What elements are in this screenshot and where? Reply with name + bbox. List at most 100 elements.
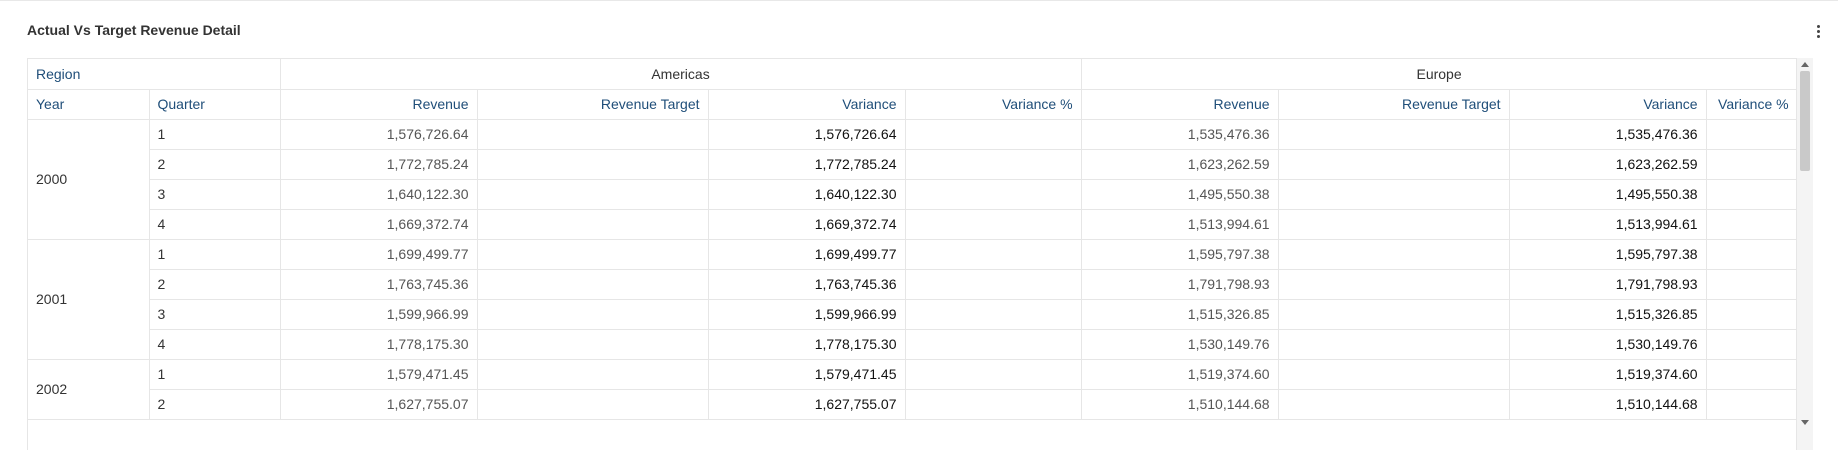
europe-revenue-target-cell[interactable]	[1278, 179, 1510, 210]
scroll-down-arrow-icon[interactable]	[1801, 420, 1809, 425]
europe-variance-cell[interactable]: 1,510,144.68	[1509, 389, 1707, 420]
quarter-cell[interactable]: 1	[149, 239, 281, 270]
americas-variance-cell[interactable]: 1,763,745.36	[708, 269, 906, 300]
americas-revenue-target-cell[interactable]	[477, 209, 709, 240]
scroll-up-arrow-icon[interactable]	[1801, 62, 1809, 67]
table-row[interactable]: 3 1,640,122.30 1,640,122.30 1,495,550.38 1,4…	[28, 179, 1798, 210]
europe-variance-cell[interactable]: 1,495,550.38	[1509, 179, 1707, 210]
year-cell[interactable]: 2001	[28, 239, 150, 360]
table-row[interactable]: 4 1,669,372.74 1,669,372.74 1,513,994.61 1,5…	[28, 209, 1798, 240]
americas-revenue-cell[interactable]: 1,599,966.99	[280, 299, 478, 330]
europe-variance-pct-cell[interactable]	[1706, 329, 1798, 360]
americas-revenue-target-cell[interactable]	[477, 149, 709, 180]
europe-variance-pct-cell[interactable]	[1706, 179, 1798, 210]
europe-variance-cell[interactable]: 1,535,476.36	[1509, 119, 1707, 150]
quarter-header[interactable]: Quarter	[149, 89, 281, 120]
americas-revenue-target-cell[interactable]	[477, 389, 709, 420]
europe-variance-cell[interactable]: 1,513,994.61	[1509, 209, 1707, 240]
europe-revenue-target-header[interactable]: Revenue Target	[1278, 89, 1510, 120]
americas-variance-pct-cell[interactable]	[905, 179, 1082, 210]
americas-revenue-target-cell[interactable]	[477, 179, 709, 210]
region-header[interactable]: Region	[28, 59, 281, 90]
europe-variance-cell[interactable]: 1,623,262.59	[1509, 149, 1707, 180]
quarter-cell[interactable]: 2	[149, 149, 281, 180]
europe-variance-pct-cell[interactable]	[1706, 239, 1798, 270]
table-row[interactable]: 2002 1 1,579,471.45 1,579,471.45 1,519,374.6…	[28, 359, 1798, 420]
americas-revenue-cell[interactable]: 1,576,726.64	[280, 119, 478, 150]
americas-variance-cell[interactable]: 1,778,175.30	[708, 329, 906, 360]
table-row[interactable]: 2 1,763,745.36 1,763,745.36 1,791,798.93 1,7…	[28, 269, 1798, 300]
europe-revenue-target-cell[interactable]	[1278, 389, 1510, 420]
americas-variance-cell[interactable]: 1,640,122.30	[708, 179, 906, 210]
americas-variance-pct-header[interactable]: Variance %	[905, 89, 1082, 120]
europe-variance-cell[interactable]: 1,595,797.38	[1509, 239, 1707, 270]
europe-revenue-header[interactable]: Revenue	[1081, 89, 1279, 120]
europe-revenue-cell[interactable]: 1,519,374.60	[1081, 359, 1279, 390]
americas-variance-header[interactable]: Variance	[708, 89, 906, 120]
europe-revenue-target-cell[interactable]	[1278, 149, 1510, 180]
europe-revenue-cell[interactable]: 1,595,797.38	[1081, 239, 1279, 270]
europe-variance-pct-cell[interactable]	[1706, 299, 1798, 330]
americas-revenue-cell[interactable]: 1,579,471.45	[280, 359, 478, 390]
quarter-cell[interactable]: 3	[149, 179, 281, 210]
quarter-cell[interactable]: 4	[149, 329, 281, 360]
americas-variance-cell[interactable]: 1,599,966.99	[708, 299, 906, 330]
europe-revenue-cell[interactable]: 1,513,994.61	[1081, 209, 1279, 240]
europe-variance-pct-header[interactable]: Variance %	[1706, 89, 1798, 120]
americas-revenue-target-cell[interactable]	[477, 329, 709, 360]
americas-variance-cell[interactable]: 1,699,499.77	[708, 239, 906, 270]
americas-variance-pct-cell[interactable]	[905, 149, 1082, 180]
year-cell[interactable]: 2000	[28, 119, 150, 240]
year-header[interactable]: Year	[28, 89, 150, 120]
table-row[interactable]: 2001 1 1,699,499.77 1,699,499.77 1,595,797.3…	[28, 239, 1798, 360]
europe-revenue-cell[interactable]: 1,495,550.38	[1081, 179, 1279, 210]
europe-variance-cell[interactable]: 1,530,149.76	[1509, 329, 1707, 360]
vertical-scrollbar[interactable]	[1796, 58, 1813, 450]
more-vertical-icon[interactable]	[1808, 19, 1828, 43]
americas-variance-cell[interactable]: 1,576,726.64	[708, 119, 906, 150]
americas-revenue-cell[interactable]: 1,772,785.24	[280, 149, 478, 180]
europe-variance-pct-cell[interactable]	[1706, 389, 1798, 420]
group-header-americas[interactable]: Americas	[280, 59, 1082, 90]
americas-revenue-target-cell[interactable]	[477, 119, 709, 150]
americas-variance-pct-cell[interactable]	[905, 329, 1082, 360]
table-row[interactable]: 2000 1 1,576,726.64 1,576,726.64 1,535,476.3…	[28, 119, 1798, 240]
americas-variance-pct-cell[interactable]	[905, 359, 1082, 390]
europe-variance-pct-cell[interactable]	[1706, 119, 1798, 150]
europe-revenue-target-cell[interactable]	[1278, 119, 1510, 150]
americas-variance-cell[interactable]: 1,772,785.24	[708, 149, 906, 180]
americas-variance-pct-cell[interactable]	[905, 119, 1082, 150]
europe-variance-pct-cell[interactable]	[1706, 149, 1798, 180]
americas-revenue-cell[interactable]: 1,627,755.07	[280, 389, 478, 420]
quarter-cell[interactable]: 1	[149, 359, 281, 390]
americas-variance-cell[interactable]: 1,669,372.74	[708, 209, 906, 240]
europe-revenue-cell[interactable]: 1,623,262.59	[1081, 149, 1279, 180]
americas-revenue-cell[interactable]: 1,763,745.36	[280, 269, 478, 300]
scroll-thumb[interactable]	[1800, 71, 1810, 171]
americas-revenue-target-cell[interactable]	[477, 269, 709, 300]
quarter-cell[interactable]: 1	[149, 119, 281, 150]
group-header-europe[interactable]: Europe	[1081, 59, 1798, 90]
americas-revenue-target-cell[interactable]	[477, 239, 709, 270]
americas-revenue-target-cell[interactable]	[477, 299, 709, 330]
table-row[interactable]: 4 1,778,175.30 1,778,175.30 1,530,149.76 1,5…	[28, 329, 1798, 360]
quarter-cell[interactable]: 2	[149, 389, 281, 420]
americas-revenue-cell[interactable]: 1,778,175.30	[280, 329, 478, 360]
americas-variance-pct-cell[interactable]	[905, 239, 1082, 270]
europe-revenue-target-cell[interactable]	[1278, 269, 1510, 300]
americas-revenue-cell[interactable]: 1,699,499.77	[280, 239, 478, 270]
europe-revenue-target-cell[interactable]	[1278, 209, 1510, 240]
europe-variance-cell[interactable]: 1,791,798.93	[1509, 269, 1707, 300]
europe-revenue-target-cell[interactable]	[1278, 329, 1510, 360]
americas-variance-cell[interactable]: 1,627,755.07	[708, 389, 906, 420]
year-cell[interactable]: 2002	[28, 359, 150, 420]
europe-revenue-cell[interactable]: 1,515,326.85	[1081, 299, 1279, 330]
americas-revenue-cell[interactable]: 1,640,122.30	[280, 179, 478, 210]
americas-revenue-header[interactable]: Revenue	[280, 89, 478, 120]
europe-revenue-target-cell[interactable]	[1278, 299, 1510, 330]
europe-variance-cell[interactable]: 1,515,326.85	[1509, 299, 1707, 330]
americas-variance-cell[interactable]: 1,579,471.45	[708, 359, 906, 390]
europe-revenue-target-cell[interactable]	[1278, 359, 1510, 390]
europe-revenue-cell[interactable]: 1,791,798.93	[1081, 269, 1279, 300]
americas-variance-pct-cell[interactable]	[905, 269, 1082, 300]
